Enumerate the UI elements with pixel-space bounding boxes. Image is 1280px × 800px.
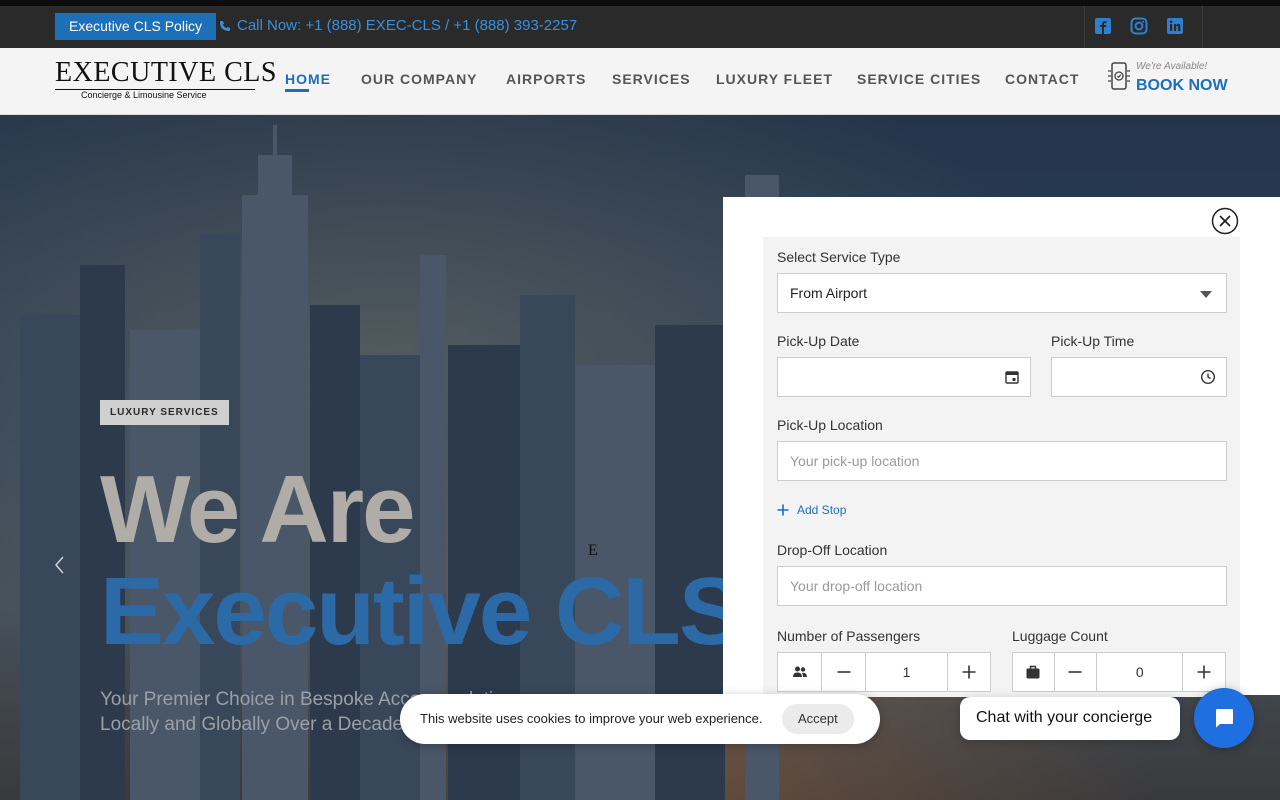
nav-contact[interactable]: CONTACT xyxy=(1005,71,1079,87)
minus-icon xyxy=(837,671,850,673)
booking-panel: Select Service Type From Airport Pick-Up… xyxy=(723,197,1280,697)
nav-service-cities[interactable]: SERVICE CITIES xyxy=(857,71,981,87)
passengers-stepper: 1 xyxy=(777,652,991,692)
nav-luxury-fleet[interactable]: LUXURY FLEET xyxy=(716,71,833,87)
pickup-date-input[interactable] xyxy=(778,358,1030,396)
top-bar: Executive CLS Policy Call Now: +1 (888) … xyxy=(0,6,1280,48)
brand-logo[interactable]: EXECUTIVE CLS Concierge & Limousine Serv… xyxy=(55,57,276,103)
pickup-location-field[interactable] xyxy=(777,441,1227,481)
hero-headline-line2: Executive CLS xyxy=(100,558,743,665)
divider xyxy=(1084,6,1085,48)
passengers-icon-cell xyxy=(778,653,822,691)
booking-form: Select Service Type From Airport Pick-Up… xyxy=(763,237,1240,697)
facebook-icon[interactable] xyxy=(1094,17,1112,35)
dropoff-location-field[interactable] xyxy=(777,566,1227,606)
plus-icon xyxy=(777,504,789,516)
calendar-icon xyxy=(1005,371,1019,384)
call-text: Call Now: +1 (888) EXEC-CLS / +1 (888) 3… xyxy=(237,17,578,34)
chat-prompt[interactable]: Chat with your concierge xyxy=(960,697,1180,740)
brand-name: EXECUTIVE CLS xyxy=(55,57,277,88)
nav-active-indicator xyxy=(285,89,309,92)
instagram-icon[interactable] xyxy=(1130,17,1148,35)
chat-bubble-icon xyxy=(1216,709,1233,728)
luggage-stepper: 0 xyxy=(1012,652,1226,692)
cookie-banner: This website uses cookies to improve you… xyxy=(400,694,880,744)
hero-headline-line1: We Are xyxy=(100,456,415,563)
nav-services[interactable]: SERVICES xyxy=(612,71,691,87)
luggage-icon-cell xyxy=(1013,653,1055,691)
divider xyxy=(1202,6,1203,48)
book-now-link[interactable]: BOOK NOW xyxy=(1136,77,1228,95)
pickup-location-label: Pick-Up Location xyxy=(777,417,883,433)
pickup-date-label: Pick-Up Date xyxy=(777,333,860,349)
call-link[interactable]: Call Now: +1 (888) EXEC-CLS / +1 (888) 3… xyxy=(219,17,577,34)
passengers-label: Number of Passengers xyxy=(777,628,921,644)
slider-prev-arrow-icon[interactable] xyxy=(52,555,68,575)
passengers-increment-button[interactable] xyxy=(948,653,990,691)
plus-icon xyxy=(1197,665,1211,679)
dropoff-location-label: Drop-Off Location xyxy=(777,542,888,558)
minus-icon xyxy=(1068,671,1082,673)
nav-home[interactable]: HOME xyxy=(285,71,331,87)
plus-icon xyxy=(962,665,976,679)
passengers-decrement-button[interactable] xyxy=(822,653,866,691)
passengers-value[interactable]: 1 xyxy=(866,653,948,691)
pickup-time-label: Pick-Up Time xyxy=(1051,333,1135,349)
luggage-value[interactable]: 0 xyxy=(1097,653,1184,691)
watermark-logo-icon: E xyxy=(588,542,598,559)
policy-button[interactable]: Executive CLS Policy xyxy=(55,13,217,40)
service-type-label: Select Service Type xyxy=(777,249,901,265)
clock-icon xyxy=(1200,369,1216,385)
availability-text: We're Available! xyxy=(1136,61,1208,72)
empire-state-spire xyxy=(273,125,277,165)
brand-tagline: Concierge & Limousine Service xyxy=(81,90,207,100)
chat-launcher-button[interactable] xyxy=(1194,688,1254,748)
service-type-value: From Airport xyxy=(790,285,868,301)
cookie-accept-button[interactable]: Accept xyxy=(782,704,854,734)
chat-prompt-text: Chat with your concierge xyxy=(976,709,1153,726)
nav-our-company[interactable]: OUR COMPANY xyxy=(361,71,478,87)
luggage-label: Luggage Count xyxy=(1012,628,1108,644)
pickup-time-field[interactable] xyxy=(1051,357,1227,397)
phone-booking-icon xyxy=(1108,62,1130,90)
nav-airports[interactable]: AIRPORTS xyxy=(506,71,586,87)
luggage-increment-button[interactable] xyxy=(1183,653,1225,691)
luggage-decrement-button[interactable] xyxy=(1055,653,1098,691)
hero-badge: LUXURY SERVICES xyxy=(100,400,229,425)
service-type-select[interactable]: From Airport xyxy=(777,273,1227,313)
suitcase-icon xyxy=(1026,665,1040,679)
pickup-date-field[interactable] xyxy=(777,357,1031,397)
main-navbar: EXECUTIVE CLS Concierge & Limousine Serv… xyxy=(0,48,1280,115)
dropoff-location-input[interactable] xyxy=(778,567,1226,605)
chevron-down-icon xyxy=(1200,291,1212,298)
pickup-location-input[interactable] xyxy=(778,442,1226,480)
skyline-building xyxy=(20,315,80,800)
phone-icon xyxy=(220,20,230,31)
add-stop-label: Add Stop xyxy=(797,503,847,517)
cookie-text: This website uses cookies to improve you… xyxy=(420,711,763,726)
people-icon xyxy=(792,666,807,677)
close-icon[interactable] xyxy=(1211,207,1239,235)
add-stop-button[interactable]: Add Stop xyxy=(777,503,846,517)
linkedin-icon[interactable] xyxy=(1166,17,1184,35)
